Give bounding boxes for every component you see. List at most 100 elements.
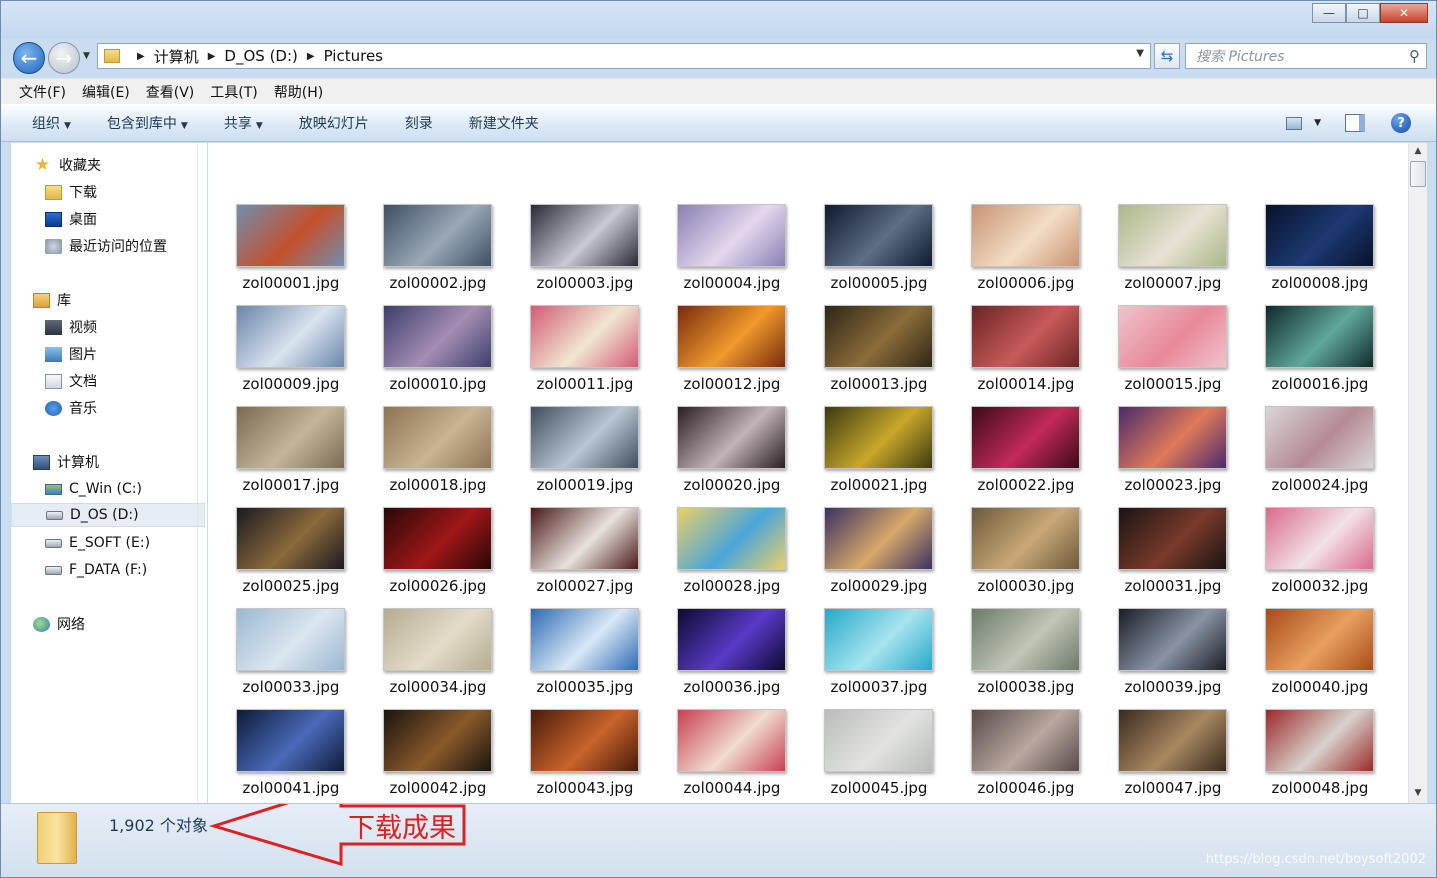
file-item[interactable]: zol00029.jpg — [824, 507, 971, 608]
file-item[interactable]: zol00037.jpg — [824, 608, 971, 709]
breadcrumb-chevron-icon[interactable]: ▶ — [208, 51, 216, 62]
menu-edit[interactable]: 编辑(E) — [82, 82, 130, 102]
file-item[interactable]: zol00040.jpg — [1265, 608, 1408, 709]
file-item[interactable]: zol00008.jpg — [1265, 204, 1408, 305]
file-item[interactable]: zol00023.jpg — [1118, 406, 1265, 507]
file-item[interactable]: zol00001.jpg — [236, 204, 383, 305]
breadcrumb-pictures[interactable]: Pictures — [324, 47, 383, 65]
file-item[interactable]: zol00034.jpg — [383, 608, 530, 709]
file-item[interactable]: zol00020.jpg — [677, 406, 824, 507]
file-item[interactable]: zol00018.jpg — [383, 406, 530, 507]
new-folder-button[interactable]: 新建文件夹 — [469, 113, 539, 133]
file-item[interactable]: zol00030.jpg — [971, 507, 1118, 608]
menu-help[interactable]: 帮助(H) — [274, 82, 323, 102]
share-button[interactable]: 共享 ▼ — [224, 113, 263, 133]
nav-videos[interactable]: 视频 — [45, 315, 97, 339]
file-item[interactable]: zol00039.jpg — [1118, 608, 1265, 709]
file-item[interactable]: zol00043.jpg — [530, 709, 677, 803]
file-item[interactable]: zol00005.jpg — [824, 204, 971, 305]
file-item[interactable]: zol00045.jpg — [824, 709, 971, 803]
recent-pages-dropdown-icon[interactable]: ▼ — [83, 51, 90, 61]
scroll-up-icon[interactable]: ▲ — [1409, 143, 1427, 159]
nav-network[interactable]: 网络 — [33, 612, 85, 636]
preview-pane-icon[interactable] — [1345, 114, 1365, 132]
file-item[interactable]: zol00011.jpg — [530, 305, 677, 406]
breadcrumb-computer[interactable]: 计算机 — [154, 46, 199, 67]
file-item[interactable]: zol00046.jpg — [971, 709, 1118, 803]
file-item[interactable]: zol00009.jpg — [236, 305, 383, 406]
file-item[interactable]: zol00042.jpg — [383, 709, 530, 803]
file-item[interactable]: zol00036.jpg — [677, 608, 824, 709]
file-item[interactable]: zol00031.jpg — [1118, 507, 1265, 608]
back-button[interactable]: ← — [13, 42, 45, 74]
file-item[interactable]: zol00013.jpg — [824, 305, 971, 406]
file-item[interactable]: zol00015.jpg — [1118, 305, 1265, 406]
menu-tools[interactable]: 工具(T) — [210, 82, 257, 102]
file-item[interactable]: zol00012.jpg — [677, 305, 824, 406]
file-item[interactable]: zol00019.jpg — [530, 406, 677, 507]
view-options-dropdown-icon[interactable]: ▼ — [1314, 118, 1321, 128]
slideshow-button[interactable]: 放映幻灯片 — [299, 113, 369, 133]
nav-drive-c[interactable]: C_Win (C:) — [45, 477, 142, 501]
file-item[interactable]: zol00017.jpg — [236, 406, 383, 507]
burn-button[interactable]: 刻录 — [405, 113, 433, 133]
organize-button[interactable]: 组织 ▼ — [32, 113, 71, 133]
breadcrumb-chevron-icon[interactable]: ▶ — [137, 51, 145, 62]
minimize-button[interactable]: — — [1312, 3, 1346, 23]
help-icon[interactable]: ? — [1391, 113, 1411, 133]
breadcrumb-drive-d[interactable]: D_OS (D:) — [224, 47, 297, 65]
file-item[interactable]: zol00038.jpg — [971, 608, 1118, 709]
file-item[interactable]: zol00021.jpg — [824, 406, 971, 507]
nav-drive-f[interactable]: F_DATA (F:) — [45, 558, 147, 582]
close-button[interactable]: ✕ — [1380, 3, 1428, 23]
search-input[interactable]: 搜索 Pictures ⚲ — [1185, 43, 1427, 69]
nav-desktop[interactable]: 桌面 — [45, 207, 97, 231]
file-item[interactable]: zol00027.jpg — [530, 507, 677, 608]
file-item[interactable]: zol00033.jpg — [236, 608, 383, 709]
file-item[interactable]: zol00044.jpg — [677, 709, 824, 803]
file-item[interactable]: zol00026.jpg — [383, 507, 530, 608]
menu-view[interactable]: 查看(V) — [146, 82, 195, 102]
include-in-library-button[interactable]: 包含到库中 ▼ — [107, 113, 188, 133]
file-item[interactable]: zol00010.jpg — [383, 305, 530, 406]
address-dropdown-icon[interactable]: ▼ — [1136, 48, 1144, 59]
file-item[interactable]: zol00024.jpg — [1265, 406, 1408, 507]
nav-music[interactable]: 音乐 — [45, 396, 97, 420]
file-item[interactable]: zol00025.jpg — [236, 507, 383, 608]
maximize-button[interactable]: □ — [1346, 3, 1380, 23]
change-view-icon[interactable] — [1286, 116, 1303, 130]
file-item[interactable]: zol00032.jpg — [1265, 507, 1408, 608]
pane-divider[interactable] — [197, 143, 198, 803]
file-item[interactable]: zol00022.jpg — [971, 406, 1118, 507]
file-item[interactable]: zol00035.jpg — [530, 608, 677, 709]
scroll-down-icon[interactable]: ▼ — [1409, 785, 1427, 801]
file-item[interactable]: zol00007.jpg — [1118, 204, 1265, 305]
nav-downloads[interactable]: 下载 — [45, 180, 97, 204]
file-item[interactable]: zol00002.jpg — [383, 204, 530, 305]
file-item[interactable]: zol00028.jpg — [677, 507, 824, 608]
forward-button[interactable]: → — [48, 42, 80, 74]
refresh-button[interactable]: ⇆ — [1154, 43, 1180, 69]
nav-pictures[interactable]: 图片 — [45, 342, 97, 366]
nav-computer[interactable]: 计算机 — [33, 450, 99, 474]
nav-libraries[interactable]: 库 — [33, 288, 71, 312]
file-item[interactable]: zol00016.jpg — [1265, 305, 1408, 406]
file-item[interactable]: zol00006.jpg — [971, 204, 1118, 305]
file-item[interactable]: zol00014.jpg — [971, 305, 1118, 406]
address-bar[interactable]: ▶ 计算机 ▶ D_OS (D:) ▶ Pictures ▼ — [97, 43, 1151, 69]
nav-drive-d[interactable]: D_OS (D:) — [11, 503, 205, 527]
file-item[interactable]: zol00003.jpg — [530, 204, 677, 305]
file-item[interactable]: zol00041.jpg — [236, 709, 383, 803]
search-icon[interactable]: ⚲ — [1409, 47, 1420, 65]
menu-file[interactable]: 文件(F) — [19, 82, 66, 102]
nav-documents[interactable]: 文档 — [45, 369, 97, 393]
nav-favorites[interactable]: ★ 收藏夹 — [33, 153, 101, 177]
file-item[interactable]: zol00047.jpg — [1118, 709, 1265, 803]
file-item[interactable]: zol00048.jpg — [1265, 709, 1408, 803]
scrollbar-thumb[interactable] — [1410, 161, 1426, 187]
nav-recent-places[interactable]: 最近访问的位置 — [45, 234, 167, 258]
breadcrumb-chevron-icon[interactable]: ▶ — [307, 51, 315, 62]
vertical-scrollbar[interactable]: ▲ ▼ — [1408, 143, 1427, 803]
file-item[interactable]: zol00004.jpg — [677, 204, 824, 305]
nav-drive-e[interactable]: E_SOFT (E:) — [45, 531, 150, 555]
